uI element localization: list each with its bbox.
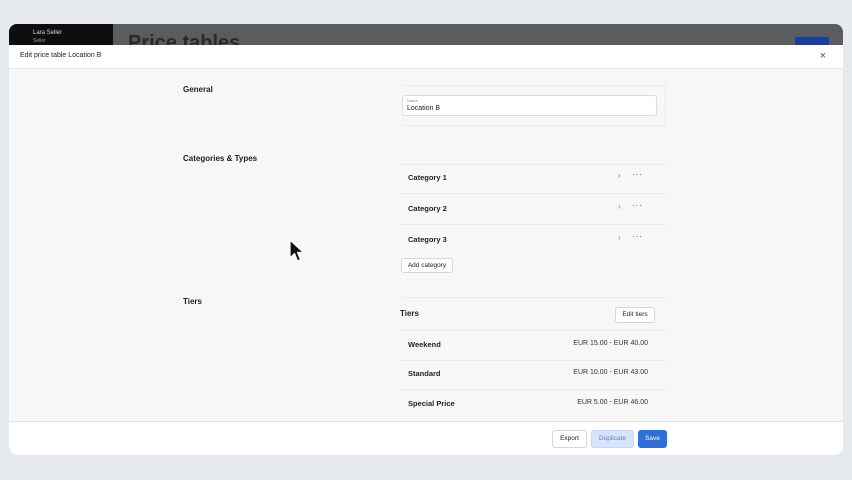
divider — [400, 193, 666, 194]
edit-price-table-modal: Edit price table Location B × General Na… — [9, 45, 843, 455]
section-label-categories: Categories & Types — [183, 154, 258, 163]
tier-name: Special Price — [408, 399, 455, 408]
tier-price-range: EUR 15.00 - EUR 40.00 — [573, 340, 648, 347]
mouse-pointer-icon — [289, 239, 305, 262]
tier-row[interactable]: Weekend EUR 15.00 - EUR 40.00 — [400, 330, 666, 358]
name-input[interactable]: Location B — [407, 105, 440, 112]
divider — [402, 85, 666, 86]
tiers-box-title: Tiers — [400, 309, 419, 318]
more-options-icon[interactable]: ··· — [632, 169, 643, 179]
add-category-button[interactable]: Add category — [401, 258, 453, 273]
category-row[interactable]: Category 2 › ··· — [400, 196, 666, 220]
background-user-role: Seller — [33, 38, 46, 44]
name-field-label: Name — [407, 98, 418, 103]
name-field[interactable]: Name Location B — [402, 95, 657, 116]
divider — [402, 125, 666, 126]
modal-footer: Export Duplicate Save — [9, 421, 843, 455]
tier-row[interactable]: Standard EUR 10.00 - EUR 43.00 — [400, 359, 666, 387]
tier-row[interactable]: Special Price EUR 5.00 - EUR 46.00 — [400, 389, 666, 417]
chevron-right-icon[interactable]: › — [618, 171, 621, 180]
tier-price-range: EUR 10.00 - EUR 43.00 — [573, 369, 648, 376]
category-label: Category 2 — [408, 204, 447, 213]
tier-name: Standard — [408, 369, 441, 378]
divider-vertical — [665, 85, 666, 126]
save-button[interactable]: Save — [638, 430, 667, 448]
tier-price-range: EUR 5.00 - EUR 46.00 — [577, 399, 648, 406]
close-icon[interactable]: × — [817, 50, 829, 62]
divider — [402, 297, 666, 298]
more-options-icon[interactable]: ··· — [632, 200, 643, 210]
section-label-general: General — [183, 85, 213, 94]
modal-header: Edit price table Location B × — [9, 45, 843, 69]
background-user-name: Lara Seller — [33, 30, 63, 36]
divider — [400, 224, 666, 225]
category-label: Category 3 — [408, 235, 447, 244]
section-label-tiers: Tiers — [183, 297, 202, 306]
more-options-icon[interactable]: ··· — [632, 231, 643, 241]
chevron-right-icon[interactable]: › — [618, 233, 621, 242]
tier-name: Weekend — [408, 340, 441, 349]
modal-title: Edit price table Location B — [20, 52, 102, 59]
category-label: Category 1 — [408, 173, 447, 182]
category-row[interactable]: Category 3 › ··· — [400, 227, 666, 251]
export-button[interactable]: Export — [552, 430, 587, 448]
category-row[interactable]: Category 1 › ··· — [400, 165, 666, 189]
duplicate-button[interactable]: Duplicate — [591, 430, 634, 448]
chevron-right-icon[interactable]: › — [618, 202, 621, 211]
edit-tiers-button[interactable]: Edit tiers — [615, 307, 655, 323]
